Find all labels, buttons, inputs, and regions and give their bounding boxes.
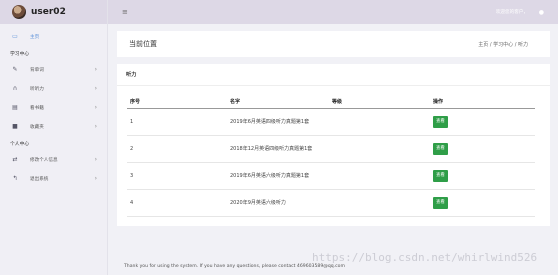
view-button[interactable]: 查看 xyxy=(433,169,448,182)
sidebar-item-label: 退出系统 xyxy=(30,176,49,182)
column-header-name: 名字 xyxy=(227,96,329,109)
sidebar-item-label: 听听力 xyxy=(30,86,44,92)
breadcrumb-bar: 当前位置 主页 / 学习中心 / 听力 xyxy=(117,31,550,57)
column-header-no: 序号 xyxy=(127,96,227,109)
book-icon: ▤ xyxy=(12,104,18,111)
footer-text: Thank you for using the system. If you h… xyxy=(124,264,345,269)
edit-icon: ✎ xyxy=(12,66,18,73)
cell-no: 1 xyxy=(127,108,227,136)
cell-name: 2020年9月英语六级听力 xyxy=(227,189,329,217)
column-header-action: 操作 xyxy=(430,96,535,109)
cell-level xyxy=(329,135,430,163)
chevron-right-icon: › xyxy=(94,104,97,111)
view-button[interactable]: 查看 xyxy=(433,115,448,128)
user-icon[interactable]: ● xyxy=(539,9,544,16)
username: user02 xyxy=(31,7,66,17)
table-header-row: 序号 名字 等级 操作 xyxy=(127,96,535,109)
sidebar-item-books[interactable]: ▤ 看书籍 › xyxy=(0,98,107,117)
chevron-right-icon: › xyxy=(94,85,97,92)
cell-level xyxy=(329,108,430,136)
sidebar-item-listening[interactable]: ∩ 听听力 › xyxy=(0,79,107,98)
sidebar-item-logout[interactable]: ↰ 退出系统 › xyxy=(0,169,107,188)
cell-level xyxy=(329,162,430,190)
sidebar-item-label: 主页 xyxy=(30,34,40,40)
avatar[interactable] xyxy=(12,5,26,19)
sidebar-item-label: 看书籍 xyxy=(30,105,44,111)
app-root: user02 ▭ 主页 学习中心 ✎ 背单词 › ∩ 听听力 › ▤ 看书籍 ›… xyxy=(0,0,558,275)
listening-table: 序号 名字 等级 操作 1 2019年6月英语四级听力真题第1套 查看 2 20… xyxy=(127,96,535,217)
cell-name: 2018年12月英语四级听力真题第1套 xyxy=(227,135,329,163)
sidebar-item-label: 修改个人信息 xyxy=(30,157,58,163)
menu-toggle-icon[interactable]: ≡ xyxy=(122,8,128,16)
table-row: 3 2019年6月英语六级听力真题第1套 查看 xyxy=(127,162,535,190)
sidebar-item-vocabulary[interactable]: ✎ 背单词 › xyxy=(0,60,107,79)
welcome-text: 欢迎您的客户， xyxy=(495,10,528,15)
sidebar-item-home[interactable]: ▭ 主页 xyxy=(0,27,107,46)
cell-name: 2019年6月英语四级听力真题第1套 xyxy=(227,108,329,136)
brand: user02 xyxy=(0,0,107,24)
table-row: 4 2020年9月英语六级听力 查看 xyxy=(127,189,535,217)
chevron-right-icon: › xyxy=(94,123,97,130)
cell-action: 查看 xyxy=(430,135,535,163)
logout-icon: ↰ xyxy=(12,175,18,182)
cell-level xyxy=(329,189,430,217)
chevron-right-icon: › xyxy=(94,66,97,73)
cell-action: 查看 xyxy=(430,189,535,217)
cell-no: 4 xyxy=(127,189,227,217)
sidebar: user02 ▭ 主页 学习中心 ✎ 背单词 › ∩ 听听力 › ▤ 看书籍 ›… xyxy=(0,0,108,275)
watermark: https://blog.csdn.net/whirlwind526 xyxy=(312,251,538,264)
table-row: 1 2019年6月英语四级听力真题第1套 查看 xyxy=(127,108,535,136)
cell-action: 查看 xyxy=(430,162,535,190)
folder-icon: ■ xyxy=(12,123,18,130)
sidebar-item-label: 收藏夹 xyxy=(30,124,44,130)
sidebar-item-edit-profile[interactable]: ⇄ 修改个人信息 › xyxy=(0,150,107,169)
sidebar-item-label: 背单词 xyxy=(30,67,44,73)
listening-panel: 听力 序号 名字 等级 操作 1 2019年6月英语四级听力真题第1套 查看 2… xyxy=(117,64,550,226)
cell-action: 查看 xyxy=(430,108,535,136)
chevron-right-icon: › xyxy=(94,175,97,182)
top-bar: ≡ 欢迎您的客户， ● xyxy=(108,0,558,24)
page-title: 当前位置 xyxy=(129,40,157,48)
chevron-right-icon: › xyxy=(94,156,97,163)
headphones-icon: ∩ xyxy=(12,85,18,92)
cell-no: 3 xyxy=(127,162,227,190)
breadcrumb[interactable]: 主页 / 学习中心 / 听力 xyxy=(478,41,528,48)
monitor-icon: ▭ xyxy=(12,33,18,40)
sidebar-section-learning: 学习中心 xyxy=(10,51,30,57)
column-header-level: 等级 xyxy=(329,96,430,109)
table-row: 2 2018年12月英语四级听力真题第1套 查看 xyxy=(127,135,535,163)
view-button[interactable]: 查看 xyxy=(433,196,448,209)
panel-title: 听力 xyxy=(117,64,550,86)
view-button[interactable]: 查看 xyxy=(433,142,448,155)
sidebar-item-favorites[interactable]: ■ 收藏夹 › xyxy=(0,117,107,136)
sidebar-section-personal: 个人中心 xyxy=(10,141,30,147)
swap-icon: ⇄ xyxy=(12,156,18,163)
cell-no: 2 xyxy=(127,135,227,163)
cell-name: 2019年6月英语六级听力真题第1套 xyxy=(227,162,329,190)
